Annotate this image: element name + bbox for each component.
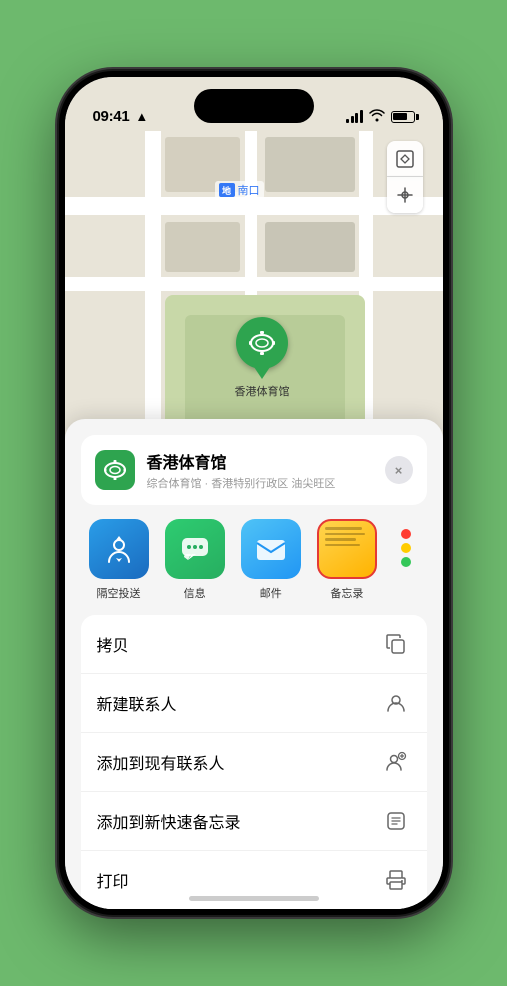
bottom-sheet: 香港体育馆 综合体育馆 · 香港特别行政区 油尖旺区 × — [65, 419, 443, 909]
dot-yellow — [401, 543, 411, 553]
print-icon — [381, 865, 411, 895]
close-button[interactable]: × — [385, 456, 413, 484]
location-card: 香港体育馆 综合体育馆 · 香港特别行政区 油尖旺区 × — [81, 435, 427, 505]
new-contact-label: 新建联系人 — [97, 691, 177, 715]
battery-icon — [391, 111, 415, 123]
share-more-indicator — [385, 519, 427, 567]
status-time: 09:41 — [93, 108, 130, 125]
action-list: 拷贝 新建联系人 — [81, 615, 427, 909]
dot-green — [401, 557, 411, 567]
nankou-label: 南口 — [238, 182, 260, 198]
new-contact-icon — [381, 688, 411, 718]
home-indicator — [189, 896, 319, 901]
subway-icon: 地 — [219, 183, 235, 197]
dot-red — [401, 529, 411, 539]
add-notes-icon — [381, 806, 411, 836]
pin-circle — [236, 317, 288, 369]
wifi-icon — [369, 108, 385, 125]
map-controls — [387, 141, 423, 213]
copy-icon — [381, 629, 411, 659]
map-block-3 — [165, 222, 240, 272]
location-info: 香港体育馆 综合体育馆 · 香港特别行政区 油尖旺区 — [147, 449, 385, 491]
copy-label: 拷贝 — [97, 632, 129, 656]
location-arrow-icon: ▲ — [135, 109, 148, 124]
more-dots — [401, 529, 411, 567]
location-logo — [95, 450, 135, 490]
message-icon — [165, 519, 225, 579]
share-row: 隔空投送 信息 — [65, 505, 443, 615]
phone-frame: 09:41 ▲ — [59, 71, 449, 915]
mail-icon — [241, 519, 301, 579]
status-icons — [346, 108, 415, 125]
share-item-notes[interactable]: 备忘录 — [309, 519, 385, 601]
signal-bars-icon — [346, 110, 363, 123]
add-existing-icon — [381, 747, 411, 777]
print-label: 打印 — [97, 868, 129, 892]
notes-label: 备忘录 — [330, 585, 363, 601]
action-copy[interactable]: 拷贝 — [81, 615, 427, 674]
add-notes-label: 添加到新快速备忘录 — [97, 809, 241, 833]
pin-label: 香港体育馆 — [235, 383, 290, 399]
action-add-existing[interactable]: 添加到现有联系人 — [81, 733, 427, 792]
map-label-nankou: 地 南口 — [215, 181, 264, 199]
dynamic-island — [194, 89, 314, 123]
action-add-notes[interactable]: 添加到新快速备忘录 — [81, 792, 427, 851]
location-button[interactable] — [387, 177, 423, 213]
airdrop-icon — [89, 519, 149, 579]
airdrop-label: 隔空投送 — [97, 585, 141, 601]
share-item-mail[interactable]: 邮件 — [233, 519, 309, 601]
location-detail: 综合体育馆 · 香港特别行政区 油尖旺区 — [147, 475, 385, 491]
action-new-contact[interactable]: 新建联系人 — [81, 674, 427, 733]
map-block-4 — [265, 222, 355, 272]
share-item-airdrop[interactable]: 隔空投送 — [81, 519, 157, 601]
map-type-button[interactable] — [387, 141, 423, 177]
add-existing-label: 添加到现有联系人 — [97, 750, 225, 774]
notes-icon — [317, 519, 377, 579]
stadium-pin[interactable]: 香港体育馆 — [235, 317, 290, 399]
phone-screen: 09:41 ▲ — [65, 77, 443, 909]
location-name: 香港体育馆 — [147, 449, 385, 473]
mail-label: 邮件 — [260, 585, 282, 601]
message-label: 信息 — [184, 585, 206, 601]
map-block-2 — [265, 137, 355, 192]
share-item-message[interactable]: 信息 — [157, 519, 233, 601]
